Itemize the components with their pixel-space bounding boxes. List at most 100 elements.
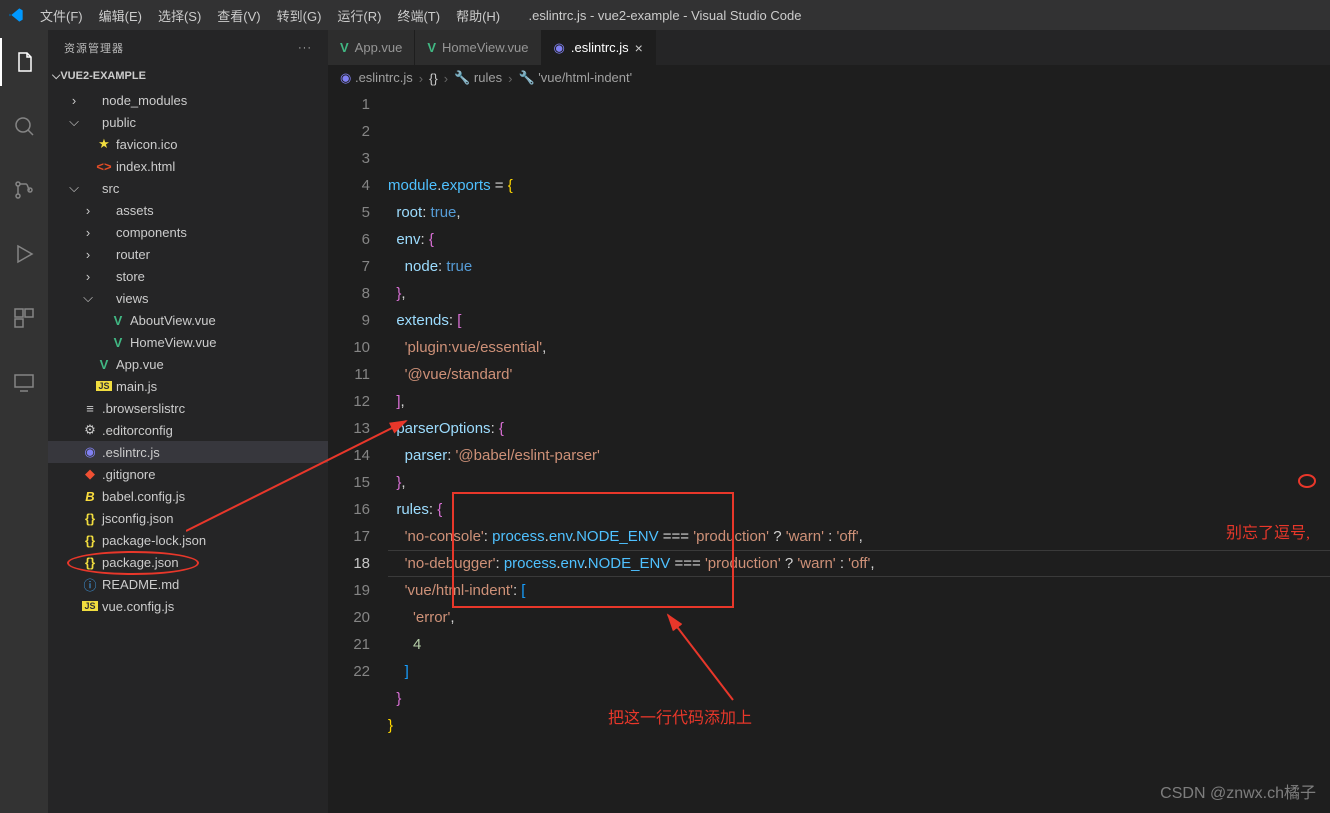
tree-node[interactable]: ⓘREADME.md bbox=[48, 573, 328, 595]
run-debug-icon[interactable] bbox=[0, 230, 48, 278]
tree-node[interactable]: ›node_modules bbox=[48, 89, 328, 111]
tree-label: AboutView.vue bbox=[130, 313, 216, 328]
code-line[interactable]: 'error', bbox=[388, 604, 1330, 631]
tree-node[interactable]: JSvue.config.js bbox=[48, 595, 328, 617]
menu-item[interactable]: 查看(V) bbox=[209, 2, 268, 29]
tree-node[interactable]: VAboutView.vue bbox=[48, 309, 328, 331]
line-number: 22 bbox=[328, 658, 370, 685]
menu-item[interactable]: 文件(F) bbox=[32, 2, 91, 29]
line-number: 3 bbox=[328, 145, 370, 172]
twist-icon: ⌵ bbox=[66, 114, 82, 130]
search-icon[interactable] bbox=[0, 102, 48, 150]
code-line[interactable]: ] bbox=[388, 658, 1330, 685]
tree-node[interactable]: ›assets bbox=[48, 199, 328, 221]
menu-item[interactable]: 编辑(E) bbox=[91, 2, 150, 29]
code-line[interactable]: } bbox=[388, 712, 1330, 739]
line-number: 12 bbox=[328, 388, 370, 415]
code-line[interactable]: env: { bbox=[388, 226, 1330, 253]
tree-label: index.html bbox=[116, 159, 175, 174]
extensions-icon[interactable] bbox=[0, 294, 48, 342]
breadcrumb-separator: › bbox=[508, 71, 512, 86]
tab-label: App.vue bbox=[355, 40, 403, 55]
code-line[interactable]: extends: [ bbox=[388, 307, 1330, 334]
tree-node[interactable]: <> index.html bbox=[48, 155, 328, 177]
editor-tabs: VApp.vueVHomeView.vue◉.eslintrc.js× bbox=[328, 30, 1330, 65]
tree-label: views bbox=[116, 291, 149, 306]
editor-tab[interactable]: VApp.vue bbox=[328, 30, 415, 65]
code-line[interactable]: parserOptions: { bbox=[388, 415, 1330, 442]
tree-label: vue.config.js bbox=[102, 599, 174, 614]
tree-node[interactable]: {}jsconfig.json bbox=[48, 507, 328, 529]
line-number: 6 bbox=[328, 226, 370, 253]
code-line[interactable]: parser: '@babel/eslint-parser' bbox=[388, 442, 1330, 469]
line-number: 21 bbox=[328, 631, 370, 658]
menu-item[interactable]: 运行(R) bbox=[329, 2, 389, 29]
breadcrumb-item[interactable]: ◉ .eslintrc.js bbox=[340, 70, 413, 86]
code-line[interactable]: root: true, bbox=[388, 199, 1330, 226]
file-icon: ◉ bbox=[82, 444, 98, 460]
breadcrumb[interactable]: ◉ .eslintrc.js›{} ›🔧 rules›🔧 'vue/html-i… bbox=[328, 65, 1330, 91]
line-number: 20 bbox=[328, 604, 370, 631]
project-header[interactable]: ⌵ VUE2-EXAMPLE bbox=[48, 65, 328, 87]
tree-node[interactable]: ⌵src bbox=[48, 177, 328, 199]
tree-node[interactable]: ⚙.editorconfig bbox=[48, 419, 328, 441]
code-line[interactable]: '@vue/standard' bbox=[388, 361, 1330, 388]
tree-node[interactable]: Bbabel.config.js bbox=[48, 485, 328, 507]
tree-node[interactable]: ★favicon.ico bbox=[48, 133, 328, 155]
code-editor[interactable]: 12345678910111213141516171819202122 modu… bbox=[328, 91, 1330, 813]
code-line[interactable]: }, bbox=[388, 469, 1330, 496]
tree-label: public bbox=[102, 115, 136, 130]
explorer-icon[interactable] bbox=[0, 38, 48, 86]
code-lines[interactable]: module.exports = { root: true, env: { no… bbox=[388, 91, 1330, 813]
tree-node[interactable]: {}package.json bbox=[48, 551, 328, 573]
code-line[interactable]: ], bbox=[388, 388, 1330, 415]
line-number: 2 bbox=[328, 118, 370, 145]
editor-tab[interactable]: ◉.eslintrc.js× bbox=[542, 30, 656, 65]
code-line[interactable]: node: true bbox=[388, 253, 1330, 280]
tree-label: package.json bbox=[102, 555, 179, 570]
editor-tab[interactable]: VHomeView.vue bbox=[415, 30, 541, 65]
breadcrumb-item[interactable]: {} bbox=[429, 71, 438, 86]
code-line[interactable]: }, bbox=[388, 280, 1330, 307]
tree-node[interactable]: ›components bbox=[48, 221, 328, 243]
remote-icon[interactable] bbox=[0, 358, 48, 406]
tree-node[interactable]: JSmain.js bbox=[48, 375, 328, 397]
more-icon[interactable]: ··· bbox=[298, 42, 312, 54]
tree-node[interactable]: VHomeView.vue bbox=[48, 331, 328, 353]
code-line[interactable]: 'no-debugger': process.env.NODE_ENV === … bbox=[388, 550, 1330, 577]
file-icon: ◆ bbox=[82, 466, 98, 482]
line-number: 15 bbox=[328, 469, 370, 496]
tree-node[interactable]: ◉.eslintrc.js bbox=[48, 441, 328, 463]
code-line[interactable]: rules: { bbox=[388, 496, 1330, 523]
code-line[interactable]: module.exports = { bbox=[388, 172, 1330, 199]
line-number: 17 bbox=[328, 523, 370, 550]
line-number: 7 bbox=[328, 253, 370, 280]
file-icon: <> bbox=[96, 159, 112, 174]
tree-node[interactable]: ›store bbox=[48, 265, 328, 287]
code-line[interactable]: 'no-console': process.env.NODE_ENV === '… bbox=[388, 523, 1330, 550]
menu-item[interactable]: 转到(G) bbox=[269, 2, 330, 29]
tree-node[interactable]: ≡.browserslistrc bbox=[48, 397, 328, 419]
code-line[interactable]: } bbox=[388, 685, 1330, 712]
code-line[interactable]: 4 bbox=[388, 631, 1330, 658]
tree-node[interactable]: ⌵ public bbox=[48, 111, 328, 133]
tree-node[interactable]: {}package-lock.json bbox=[48, 529, 328, 551]
tree-node[interactable]: ◆.gitignore bbox=[48, 463, 328, 485]
source-control-icon[interactable] bbox=[0, 166, 48, 214]
breadcrumb-item[interactable]: 🔧 rules bbox=[454, 70, 502, 86]
menu-item[interactable]: 终端(T) bbox=[389, 2, 448, 29]
code-line[interactable]: 'vue/html-indent': [ bbox=[388, 577, 1330, 604]
file-icon: ≡ bbox=[82, 401, 98, 416]
sidebar: 资源管理器 ··· ⌵ VUE2-EXAMPLE ›node_modules⌵p… bbox=[48, 30, 328, 813]
tree-node[interactable]: ›router bbox=[48, 243, 328, 265]
menu-item[interactable]: 帮助(H) bbox=[448, 2, 508, 29]
close-icon[interactable]: × bbox=[635, 40, 643, 56]
file-icon: V bbox=[96, 357, 112, 372]
tree-node[interactable]: ⌵views bbox=[48, 287, 328, 309]
menu-item[interactable]: 选择(S) bbox=[150, 2, 209, 29]
tab-label: HomeView.vue bbox=[442, 40, 528, 55]
tree-node[interactable]: VApp.vue bbox=[48, 353, 328, 375]
breadcrumb-item[interactable]: 🔧 'vue/html-indent' bbox=[518, 70, 632, 86]
code-line[interactable]: 'plugin:vue/essential', bbox=[388, 334, 1330, 361]
activity-bar bbox=[0, 30, 48, 813]
